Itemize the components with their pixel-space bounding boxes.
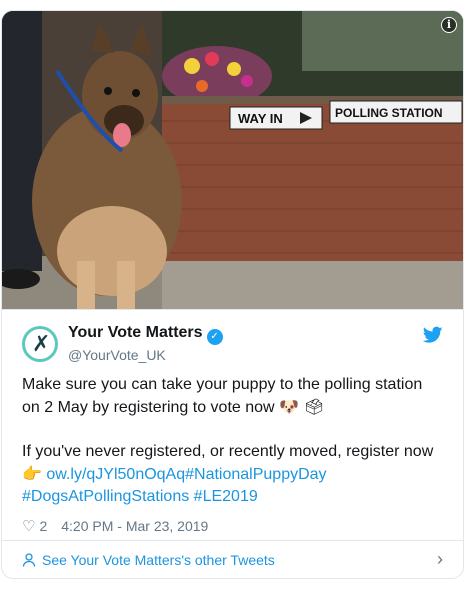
hashtag-national-puppy-day[interactable]: #NationalPuppyDay <box>185 466 326 483</box>
tweet-header: ✗ Your Vote Matters ✓ @YourVote_UK <box>22 324 443 366</box>
tweet-body: ✗ Your Vote Matters ✓ @YourVote_UK Make s… <box>2 309 463 538</box>
display-name[interactable]: Your Vote Matters <box>68 324 203 341</box>
tweet-meta: ♡ 2 4:20 PM - Mar 23, 2019 <box>22 514 443 538</box>
embedded-tweet-card: WAY IN POLLING STATION i ✗ Your Vote Mat… <box>1 10 464 579</box>
tweet-text: Make sure you can take your puppy to the… <box>22 374 443 508</box>
verified-badge-icon: ✓ <box>206 329 223 345</box>
avatar[interactable]: ✗ <box>22 326 58 362</box>
see-other-tweets-link[interactable]: See Your Vote Matters's other Tweets › <box>2 540 463 578</box>
see-other-tweets-label[interactable]: See Your Vote Matters's other Tweets <box>42 552 275 568</box>
polling-station-sign-text: POLLING STATION <box>335 106 443 120</box>
pointing-emoji: 👉 <box>22 464 42 483</box>
tweet-timestamp[interactable]: 4:20 PM - Mar 23, 2019 <box>61 518 208 534</box>
heart-icon[interactable]: ♡ <box>22 517 35 535</box>
like-count[interactable]: 2 <box>39 518 47 534</box>
chevron-right-icon: › <box>437 549 443 569</box>
hashtag-le2019[interactable]: #LE2019 <box>194 488 258 505</box>
tweet-text-line2: If you've never registered, or recently … <box>22 443 434 460</box>
user-handle[interactable]: @YourVote_UK <box>68 347 223 363</box>
puppy-ballot-emoji: 🐶 🗳 <box>279 397 325 416</box>
tweet-text-line1: Make sure you can take your puppy to the… <box>22 376 423 416</box>
twitter-bird-icon[interactable] <box>423 326 443 344</box>
tweet-link[interactable]: ow.ly/qJYl50nOqAq <box>46 466 185 483</box>
way-in-sign-text: WAY IN <box>238 111 283 126</box>
tweet-photo[interactable]: WAY IN POLLING STATION i <box>2 11 463 309</box>
author-names[interactable]: Your Vote Matters ✓ @YourVote_UK <box>68 324 223 363</box>
hashtag-dogs-at-polling-stations[interactable]: #DogsAtPollingStations <box>22 488 189 505</box>
person-icon <box>22 552 36 567</box>
info-icon[interactable]: i <box>441 17 457 33</box>
dog-photo-illustration: WAY IN POLLING STATION <box>2 11 463 309</box>
